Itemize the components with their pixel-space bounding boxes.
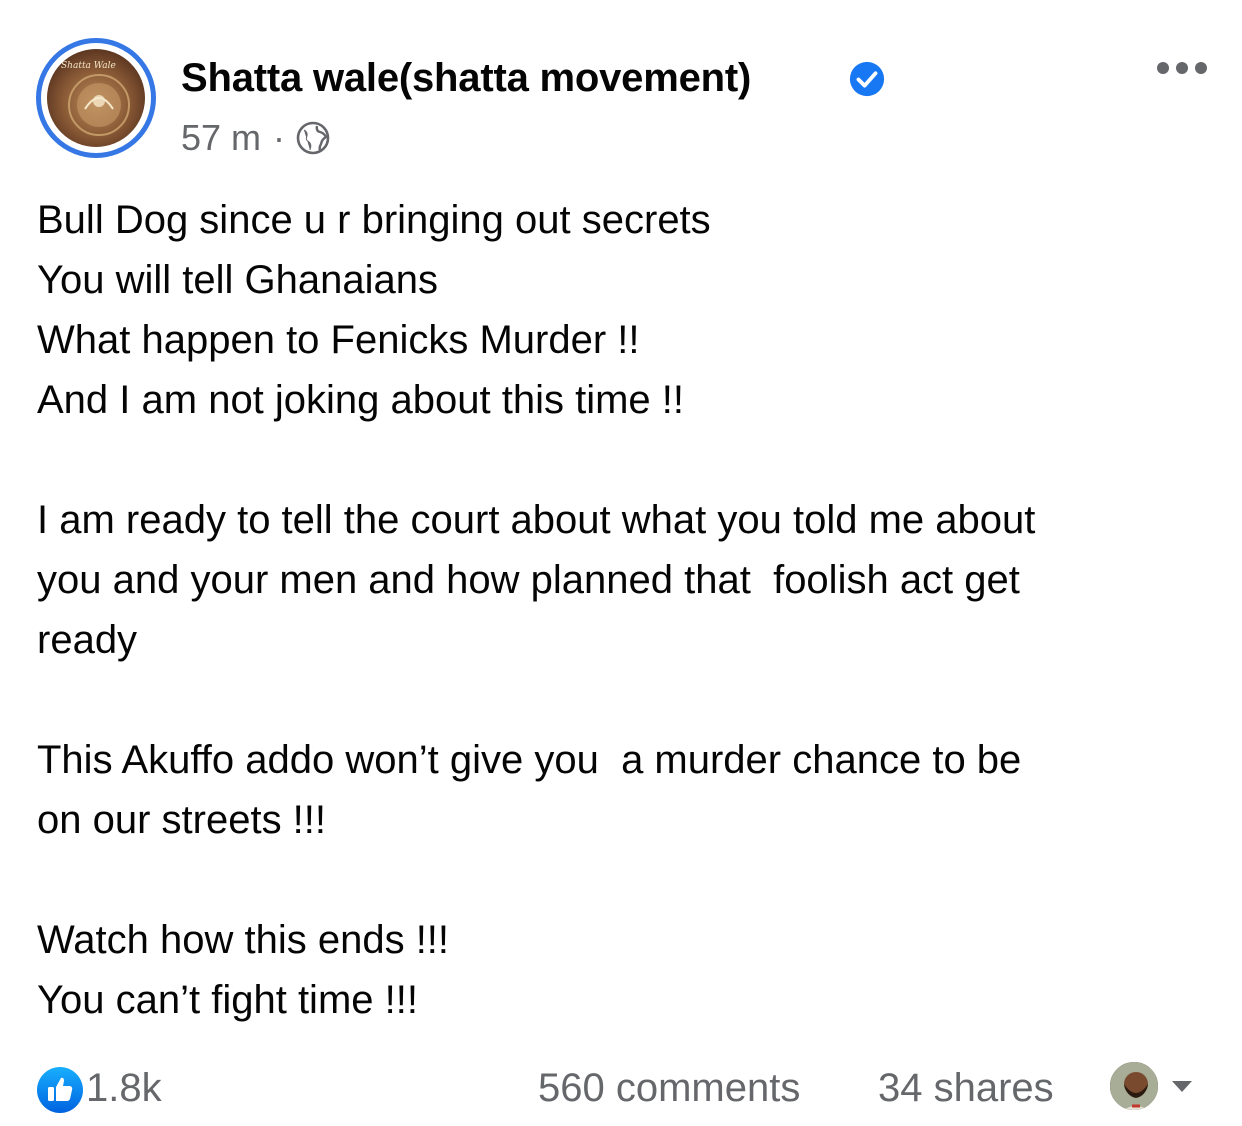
profile-avatar[interactable]: Shatta Wale: [47, 49, 145, 147]
post-body-line: I am ready to tell the court about what …: [37, 498, 1036, 542]
post-body-line: You can’t fight time !!!: [37, 978, 418, 1022]
post-body-line: Bull Dog since u r bringing out secrets: [37, 198, 711, 242]
post-body-line: You will tell Ghanaians: [37, 258, 438, 302]
post-body-line: This Akuffo addo won’t give you a murder…: [37, 738, 1022, 782]
verified-badge-icon: [849, 61, 885, 97]
like-count[interactable]: 1.8k: [86, 1064, 162, 1112]
globe-icon[interactable]: [295, 120, 331, 156]
post-body-blank-line: [37, 670, 1217, 730]
shares-count[interactable]: 34 shares: [878, 1064, 1054, 1112]
viewer-avatar[interactable]: [1108, 1060, 1160, 1112]
like-icon[interactable]: [36, 1066, 84, 1114]
post-footer: 1.8k 560 comments 34 shares: [0, 1060, 1242, 1116]
chevron-down-icon[interactable]: [1168, 1076, 1196, 1096]
post-body-line: And I am not joking about this time !!: [37, 378, 685, 422]
post-body-line: ready: [37, 618, 138, 662]
comments-count[interactable]: 560 comments: [538, 1064, 800, 1112]
post-body-line: you and your men and how planned that fo…: [37, 558, 1020, 602]
post-body-blank-line: [37, 430, 1217, 490]
viewer-avatar-face: [1110, 1062, 1158, 1110]
post-meta: 57 m ·: [181, 118, 331, 158]
author-name[interactable]: Shatta wale(shatta movement): [181, 54, 751, 102]
post-timestamp[interactable]: 57 m: [181, 118, 261, 158]
post-body-line: Watch how this ends !!!: [37, 918, 450, 962]
avatar-emblem: [68, 74, 130, 136]
post-body-line: on our streets !!!: [37, 798, 327, 842]
facebook-post: Shatta Wale Shatta wale(shatta movement)…: [0, 0, 1242, 1126]
post-body-line: What happen to Fenicks Murder !!: [37, 318, 640, 362]
profile-avatar-ring[interactable]: Shatta Wale: [36, 38, 156, 158]
meta-separator: ·: [273, 117, 286, 158]
post-body-blank-line: [37, 850, 1217, 910]
more-options-icon[interactable]: [1155, 58, 1209, 78]
post-body: Bull Dog since u r bringing out secrets Y…: [37, 190, 1217, 1030]
